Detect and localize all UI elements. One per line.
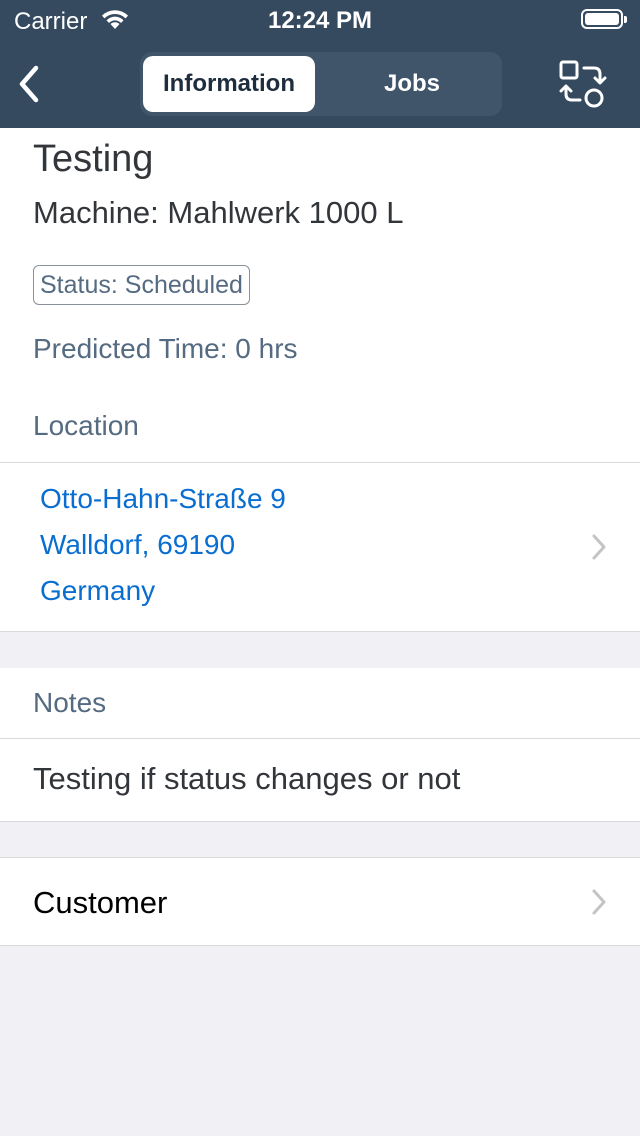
location-address-row[interactable]: Otto-Hahn-Straße 9 Walldorf, 69190 Germa… <box>0 463 640 631</box>
address-city: Walldorf, 69190 <box>40 529 236 560</box>
clock: 12:24 PM <box>267 7 373 34</box>
notes-section-label: Notes <box>33 687 107 718</box>
machine-label: Machine: Mahlwerk 1000 L <box>33 195 404 230</box>
address-country: Germany <box>40 575 156 606</box>
page-title: Testing <box>33 138 154 180</box>
address-street: Otto-Hahn-Straße 9 <box>40 483 286 514</box>
customer-label: Customer <box>33 885 168 920</box>
divider <box>0 945 640 946</box>
tab-information-label: Information <box>163 70 295 97</box>
predicted-time: Predicted Time: 0 hrs <box>33 333 298 364</box>
swap-shapes-icon <box>559 60 607 108</box>
divider <box>0 738 640 739</box>
tab-jobs-label: Jobs <box>383 70 440 97</box>
battery-icon <box>581 9 627 29</box>
chevron-left-icon <box>19 65 39 103</box>
navigation-bar: Carrier 12:24 PM Information Jobs <box>0 0 640 128</box>
divider <box>0 821 640 822</box>
status-badge: Status: Scheduled <box>33 265 250 305</box>
notes-text: Testing if status changes or not <box>33 761 461 796</box>
status-bar: Carrier 12:24 PM <box>0 0 640 40</box>
divider <box>0 631 640 632</box>
chevron-right-icon <box>592 889 606 915</box>
tab-jobs[interactable]: Jobs <box>326 56 498 112</box>
back-button[interactable] <box>12 62 52 106</box>
location-section-label: Location <box>33 410 139 441</box>
tab-information[interactable]: Information <box>143 56 315 112</box>
swap-button[interactable] <box>556 58 608 110</box>
segmented-control: Information Jobs <box>140 52 502 116</box>
chevron-right-icon <box>592 534 606 560</box>
